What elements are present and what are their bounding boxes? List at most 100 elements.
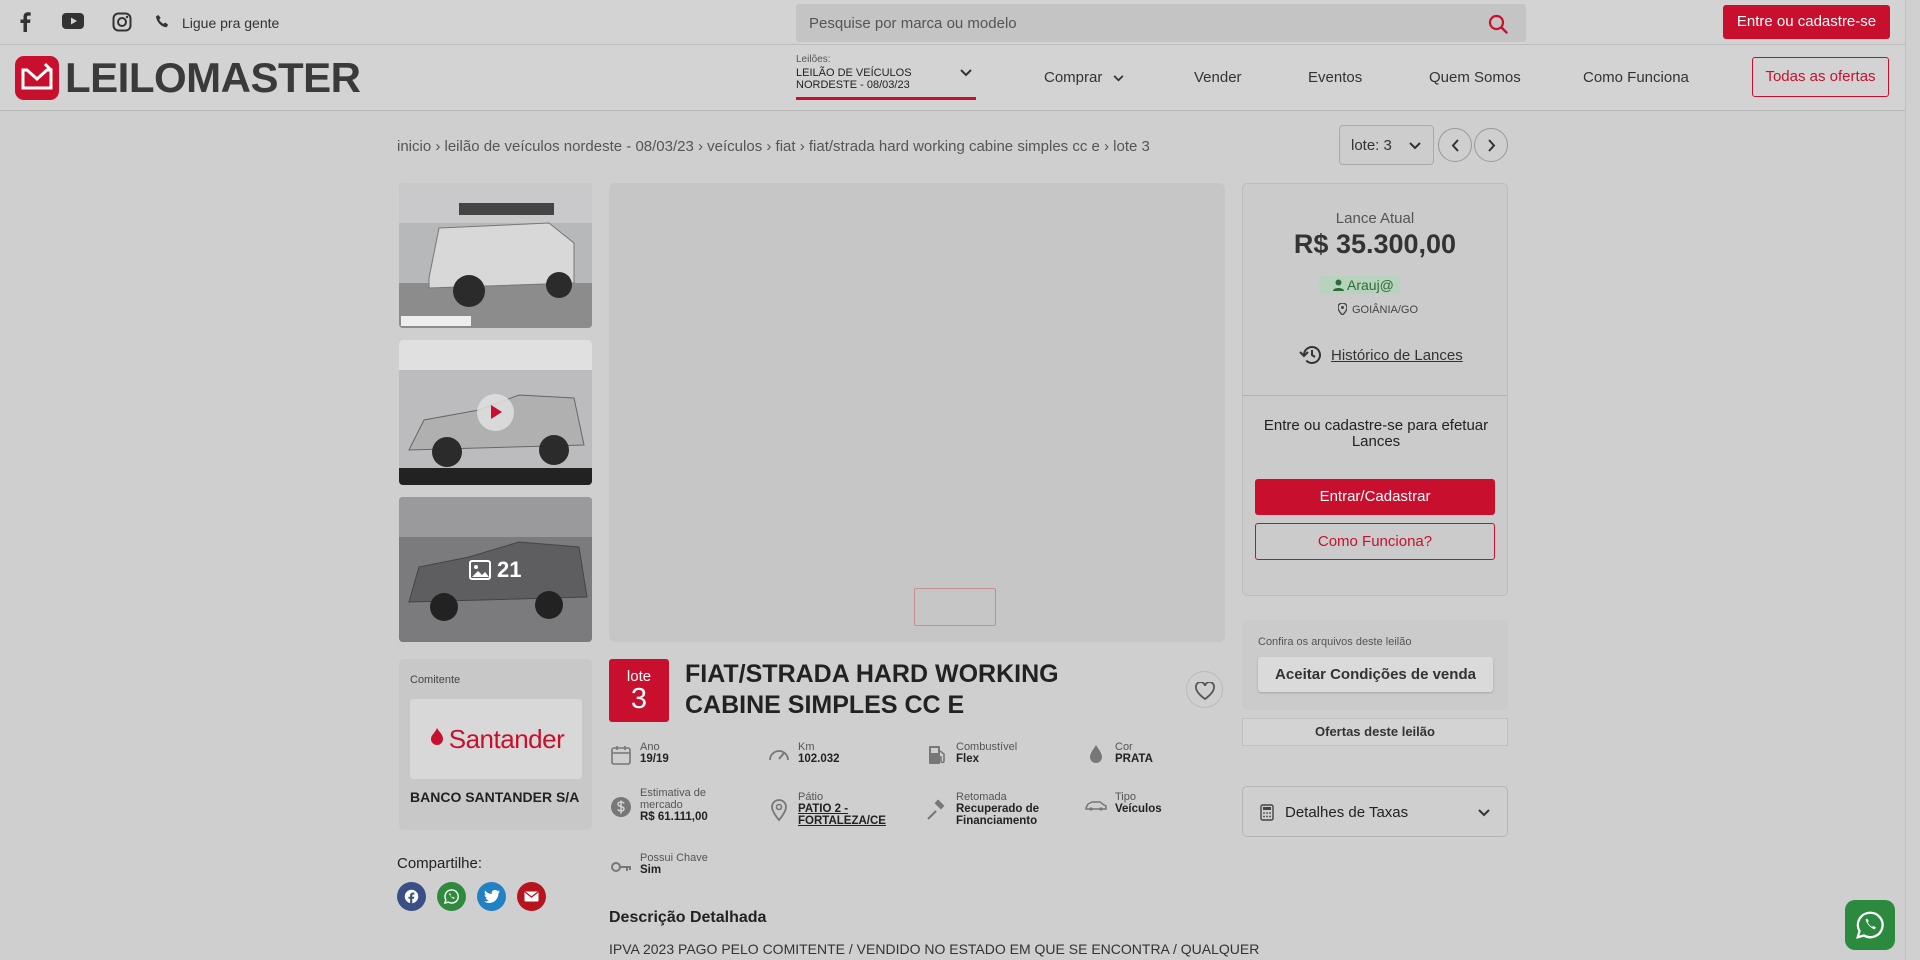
gallery-thumb-1[interactable] [399,183,592,328]
bid-history-link[interactable]: Histórico de Lances [1299,344,1463,366]
spec-patio-value2[interactable]: FORTALEZA/CE [798,815,928,827]
lot-number: 3 [630,683,648,715]
enter-register-label: Entrar/Cadastrar [1319,488,1431,505]
bid-history-label: Histórico de Lances [1331,346,1463,364]
gallery-thumb-video[interactable] [399,340,592,485]
enter-register-button[interactable]: Entrar/Cadastrar [1255,479,1495,515]
logo-icon [15,56,59,100]
location-icon [771,799,787,822]
fees-label: Detalhes de Taxas [1285,804,1409,821]
phone-label[interactable]: Ligue pra gente [182,15,279,31]
gallery-thumb-more[interactable]: 21 [399,497,592,642]
youtube-icon[interactable] [62,13,84,29]
breadcrumb[interactable]: inicio › leilão de veículos nordeste - 0… [397,138,1150,155]
bid-divider [1243,395,1507,396]
spec-km-label: Km [798,741,815,753]
login-button[interactable]: Entre ou cadastre-se [1723,5,1890,39]
share-facebook-button[interactable] [397,882,426,911]
how-it-works-label: Como Funciona? [1317,533,1433,550]
scrollbar[interactable] [1905,0,1920,960]
auction-selector[interactable]: Leilões: LEILÃO DE VEÍCULOS NORDESTE - 0… [796,54,976,100]
main-nav: LEILOMASTER Leilões: LEILÃO DE VEÍCULOS … [0,45,1905,111]
description-text: IPVA 2023 PAGO PELO COMITENTE / VENDIDO … [609,941,1260,957]
bid-location: GOIÂNIA/GO [1337,302,1419,316]
prev-lot-button[interactable] [1438,128,1472,162]
whatsapp-float-button[interactable] [1845,900,1895,950]
spec-retomada-value1: Recuperado de [956,803,1040,815]
gavel-icon [927,799,945,820]
nav-quem-somos[interactable]: Quem Somos [1429,69,1521,86]
spec-cor-value: PRATA [1115,753,1153,765]
instagram-icon[interactable] [112,12,132,32]
files-panel: Confira os arquivos deste leilão Aceitar… [1242,620,1508,710]
more-photos-count: 21 [497,557,522,582]
share-whatsapp-button[interactable] [437,882,466,911]
next-lot-button[interactable] [1474,128,1508,162]
calculator-icon [1260,804,1274,821]
share-twitter-button[interactable] [477,882,506,911]
nav-vender[interactable]: Vender [1194,69,1242,86]
nav-eventos[interactable]: Eventos [1308,69,1362,86]
more-photos-indicator: 21 [469,557,521,583]
fees-accordion[interactable]: Detalhes de Taxas [1242,786,1508,837]
speedometer-icon [769,750,789,761]
logo[interactable]: LEILOMASTER [15,54,361,101]
spec-ano-value: 19/19 [640,753,669,765]
bid-login-message: Entre ou cadastre-se para efetuar Lances [1263,417,1489,450]
lot-selector[interactable]: lote: 3 [1339,125,1434,165]
key-icon [611,862,631,872]
spec-combustivel-label: Combustível [956,741,1018,753]
lot-title-line2: CABINE SIMPLES CC E [685,691,965,719]
nav-comprar[interactable]: Comprar [1044,69,1124,86]
heart-icon [1195,682,1215,700]
bid-value: R$ 35.300,00 [1293,229,1457,259]
fuel-pump-icon [929,746,945,764]
spec-tipo-label: Tipo [1115,791,1136,803]
spec-tipo-value: Veículos [1115,803,1162,815]
santander-flame-icon [430,728,443,745]
top-bar: Ligue pra gente Pesquise por marca ou mo… [0,0,1905,45]
dollar-icon [611,797,631,817]
accept-conditions-label: Aceitar Condições de venda [1275,666,1476,683]
nav-como-funciona[interactable]: Como Funciona [1583,69,1689,86]
bid-panel: Lance Atual R$ 35.300,00 Arauj@ GOIÂNIA/… [1242,183,1508,596]
accept-conditions-button[interactable]: Aceitar Condições de venda [1258,657,1493,692]
auction-offers-button[interactable]: Ofertas deste leilão [1242,718,1508,746]
spec-cor-label: Cor [1115,741,1133,753]
bid-title: Lance Atual [1335,210,1415,227]
lot-badge: lote 3 [609,659,669,722]
auction-caption: Leilões: [796,54,831,65]
chevron-down-icon [1409,142,1421,150]
play-button[interactable] [477,394,514,431]
vehicle-photo [399,183,592,328]
facebook-icon[interactable] [18,12,32,32]
bid-location-text: GOIÂNIA/GO [1352,304,1419,316]
user-icon [1333,279,1344,291]
phone-icon [155,14,170,29]
history-icon [1299,346,1321,364]
all-offers-button[interactable]: Todas as ofertas [1752,57,1889,97]
how-it-works-button[interactable]: Como Funciona? [1255,523,1495,560]
search-icon[interactable] [1488,14,1508,34]
search-input[interactable]: Pesquise por marca ou modelo [809,15,1017,32]
seller-name: BANCO SANTANDER S/A [410,789,580,805]
spec-patio-value1[interactable]: PATIO 2 - [798,803,928,815]
chevron-down-icon [960,69,972,77]
lot-title-line1: FIAT/STRADA HARD WORKING [685,660,1059,688]
share-email-button[interactable] [517,882,546,911]
bidder-name: Arauj@ [1347,277,1394,293]
spec-chave-label: Possui Chave [640,852,708,864]
chevron-down-icon [1478,809,1490,817]
login-button-label: Entre ou cadastre-se [1736,13,1877,30]
play-icon [491,405,502,419]
calendar-icon [611,746,631,765]
seller-panel: Comitente Santander BANCO SANTANDER S/A [399,659,592,830]
auction-offers-label: Ofertas deste leilão [1315,724,1435,739]
spec-estimativa-value: R$ 61.111,00 [640,811,708,823]
main-image-viewer[interactable] [609,183,1225,642]
image-icon [469,560,491,580]
search-bar[interactable]: Pesquise por marca ou modelo [796,4,1526,42]
auction-line2: NORDESTE - 08/03/23 [796,79,910,91]
favorite-button[interactable] [1186,671,1223,708]
carousel-indicator[interactable] [914,588,996,626]
